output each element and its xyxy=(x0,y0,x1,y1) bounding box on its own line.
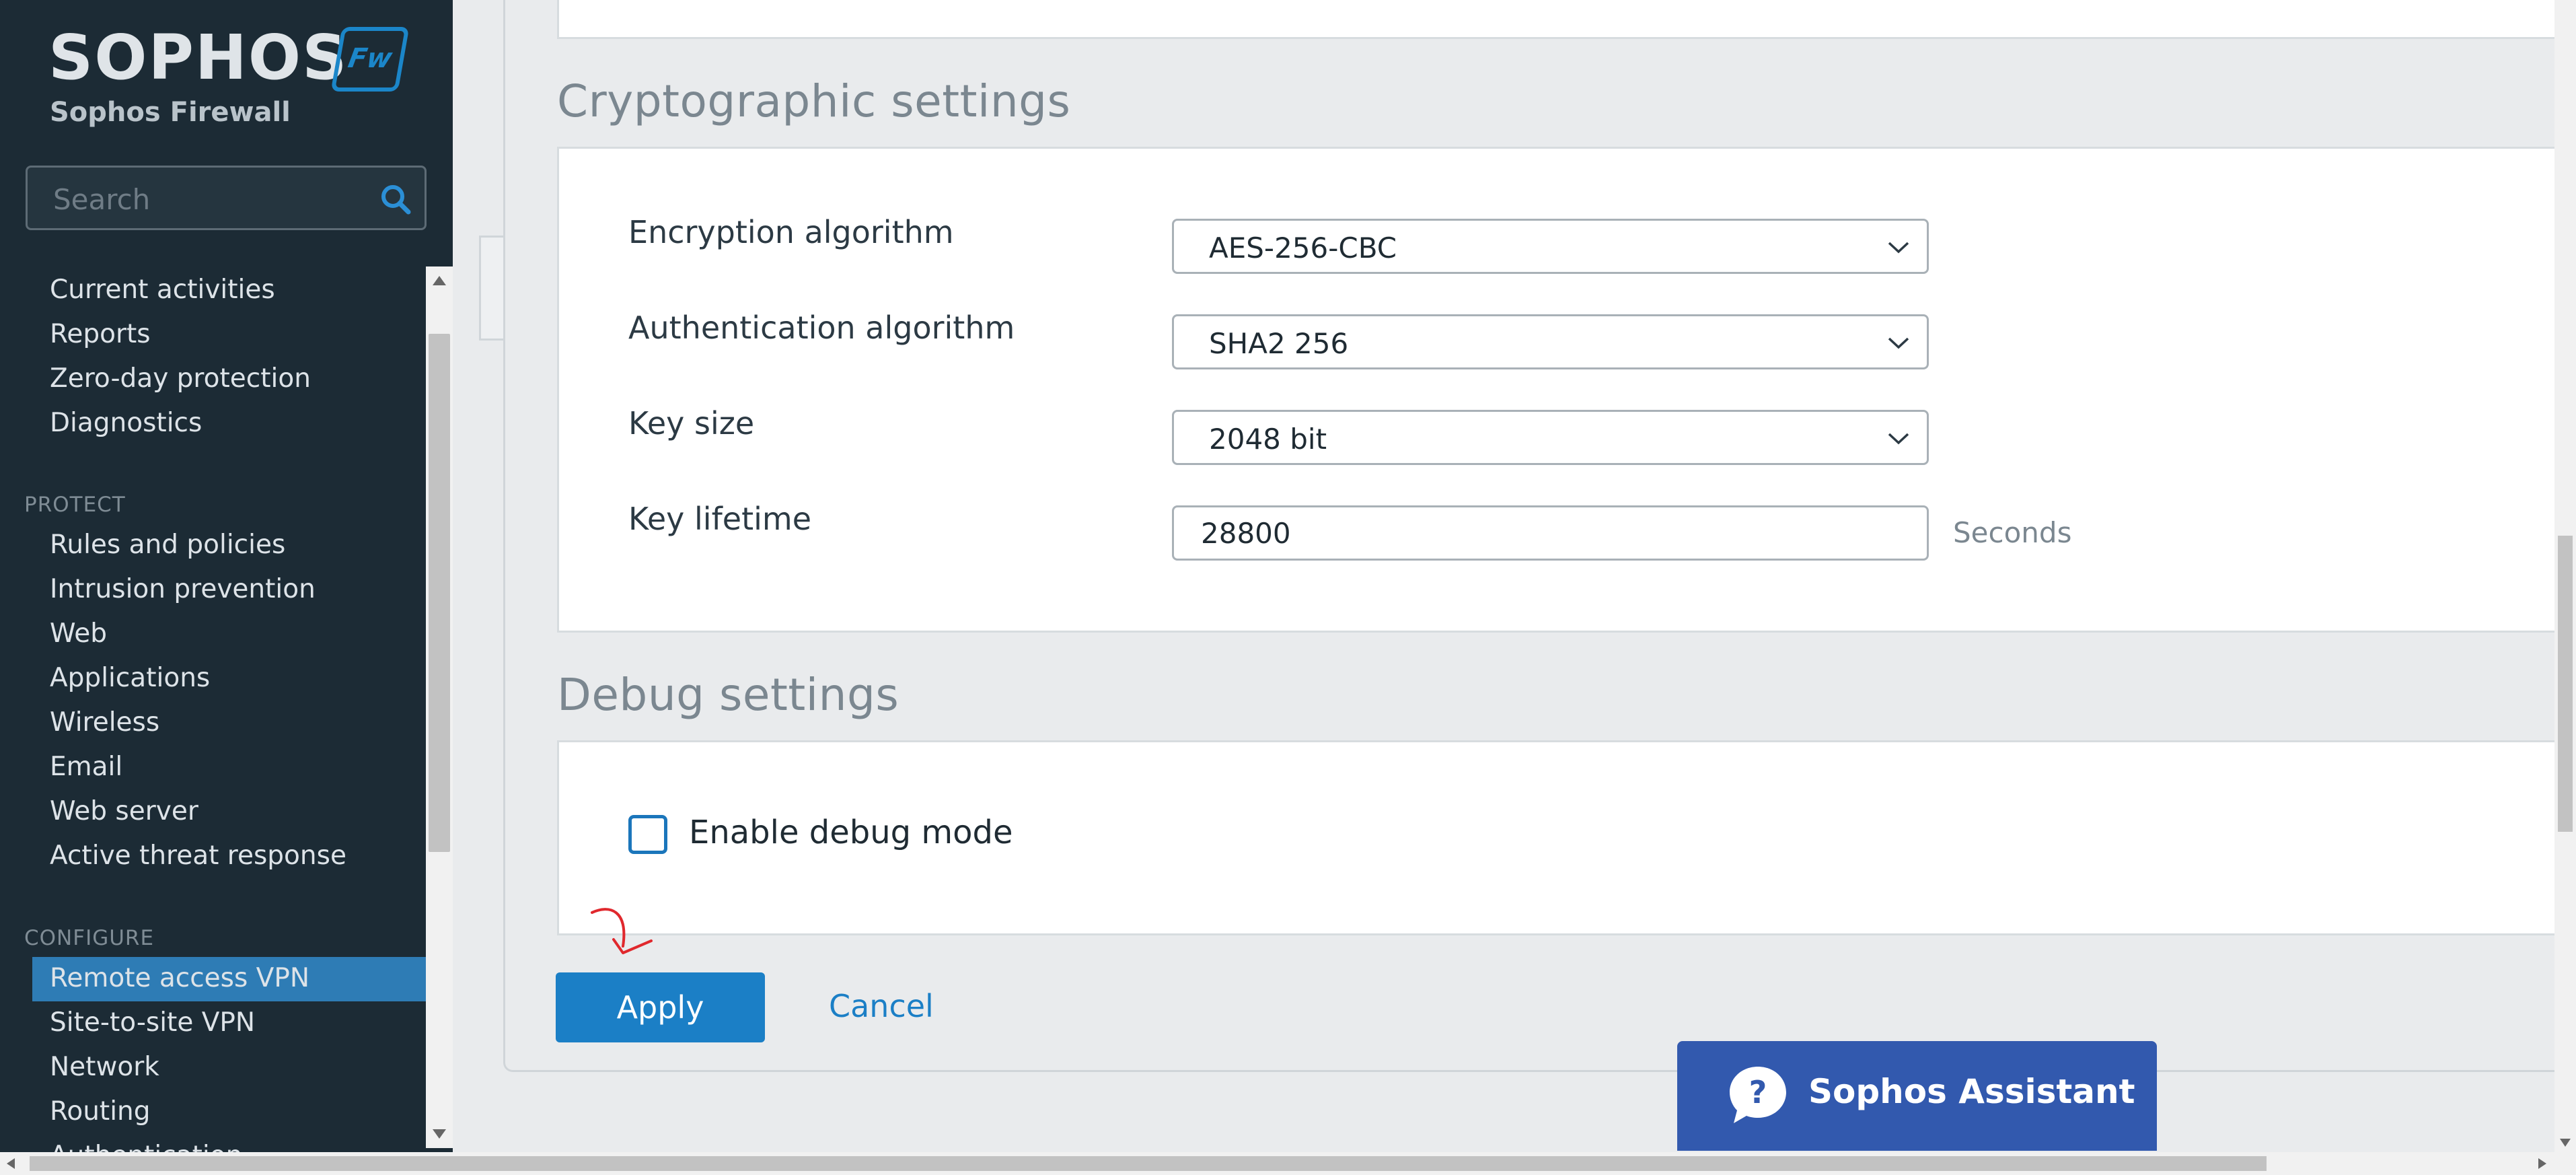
nav-item-zero-day-protection[interactable]: Zero-day protection xyxy=(50,359,311,399)
page-vertical-scroll-thumb[interactable] xyxy=(2558,536,2573,832)
nav-item-active-threat-response[interactable]: Active threat response xyxy=(50,836,346,876)
nav-item-web-server[interactable]: Web server xyxy=(50,791,198,832)
product-name: Sophos Firewall xyxy=(50,97,291,128)
enable-debug-mode-checkbox[interactable] xyxy=(628,815,667,854)
key-size-label: Key size xyxy=(628,405,755,441)
collapsed-side-tab[interactable] xyxy=(479,236,505,341)
key-lifetime-label: Key lifetime xyxy=(628,501,812,537)
enable-debug-mode-label[interactable]: Enable debug mode xyxy=(689,814,1013,851)
scroll-down-arrow-icon[interactable] xyxy=(433,1129,446,1139)
cancel-link[interactable]: Cancel xyxy=(829,988,934,1024)
scroll-up-arrow-icon[interactable] xyxy=(433,276,446,285)
sidebar-scroll-thumb[interactable] xyxy=(429,334,450,852)
page-horizontal-scroll-thumb[interactable] xyxy=(30,1156,2267,1171)
sophos-logo: SOPHOS xyxy=(48,22,348,94)
nav-item-wireless[interactable]: Wireless xyxy=(50,703,159,743)
nav-item-reports[interactable]: Reports xyxy=(50,314,151,355)
apply-button[interactable]: Apply xyxy=(556,972,765,1042)
firewall-badge-icon: Fw xyxy=(330,27,410,92)
help-chat-icon: ? xyxy=(1730,1067,1786,1123)
nav-item-intrusion-prevention[interactable]: Intrusion prevention xyxy=(50,569,316,610)
authentication-algorithm-label: Authentication algorithm xyxy=(628,310,1015,346)
nav-item-applications[interactable]: Applications xyxy=(50,658,210,699)
nav-item-rules-and-policies[interactable]: Rules and policies xyxy=(50,525,285,565)
scroll-right-arrow-icon[interactable] xyxy=(2538,1158,2546,1169)
sophos-assistant-button[interactable]: ? Sophos Assistant xyxy=(1677,1041,2157,1151)
key-lifetime-unit: Seconds xyxy=(1953,516,2072,549)
search-input[interactable] xyxy=(52,178,371,220)
nav-section-protect: PROTECT xyxy=(24,493,126,517)
nav-item-web[interactable]: Web xyxy=(50,614,107,654)
key-size-select[interactable]: 2048 bit xyxy=(1172,410,1929,465)
nav-item-network[interactable]: Network xyxy=(50,1047,159,1088)
scroll-left-arrow-icon[interactable] xyxy=(7,1158,15,1169)
encryption-algorithm-select[interactable]: AES-256-CBC xyxy=(1172,219,1929,274)
chevron-down-icon xyxy=(1888,242,1909,254)
search-box xyxy=(26,166,427,230)
sidebar-nav: Current activities Reports Zero-day prot… xyxy=(0,266,426,1175)
key-lifetime-input[interactable] xyxy=(1172,505,1929,561)
nav-item-routing[interactable]: Routing xyxy=(50,1092,151,1132)
authentication-algorithm-select[interactable]: SHA2 256 xyxy=(1172,314,1929,369)
chevron-down-icon xyxy=(1888,337,1909,349)
encryption-algorithm-label: Encryption algorithm xyxy=(628,214,954,250)
previous-settings-panel xyxy=(557,0,2554,39)
nav-item-email[interactable]: Email xyxy=(50,747,122,787)
annotation-arrow-icon xyxy=(591,908,653,954)
nav-item-current-activities[interactable]: Current activities xyxy=(50,270,275,310)
sophos-assistant-label: Sophos Assistant xyxy=(1808,1072,2135,1111)
sidebar: SOPHOS Fw Sophos Firewall Current activi… xyxy=(0,0,453,1175)
nav-section-configure: CONFIGURE xyxy=(24,926,155,950)
sidebar-scrollbar[interactable] xyxy=(426,266,453,1148)
crypto-section-title: Cryptographic settings xyxy=(557,75,1071,127)
search-icon[interactable] xyxy=(379,182,412,216)
nav-item-remote-access-vpn[interactable]: Remote access VPN xyxy=(50,958,309,999)
svg-text:?: ? xyxy=(1749,1074,1767,1110)
chevron-down-icon xyxy=(1888,433,1909,445)
page-horizontal-scrollbar[interactable] xyxy=(0,1152,2576,1175)
debug-section-title: Debug settings xyxy=(557,669,899,721)
nav-item-diagnostics[interactable]: Diagnostics xyxy=(50,403,202,443)
nav-item-site-to-site-vpn[interactable]: Site-to-site VPN xyxy=(50,1003,255,1043)
page-vertical-scrollbar[interactable] xyxy=(2554,0,2576,1152)
scroll-down-arrow-icon[interactable] xyxy=(2560,1139,2571,1147)
